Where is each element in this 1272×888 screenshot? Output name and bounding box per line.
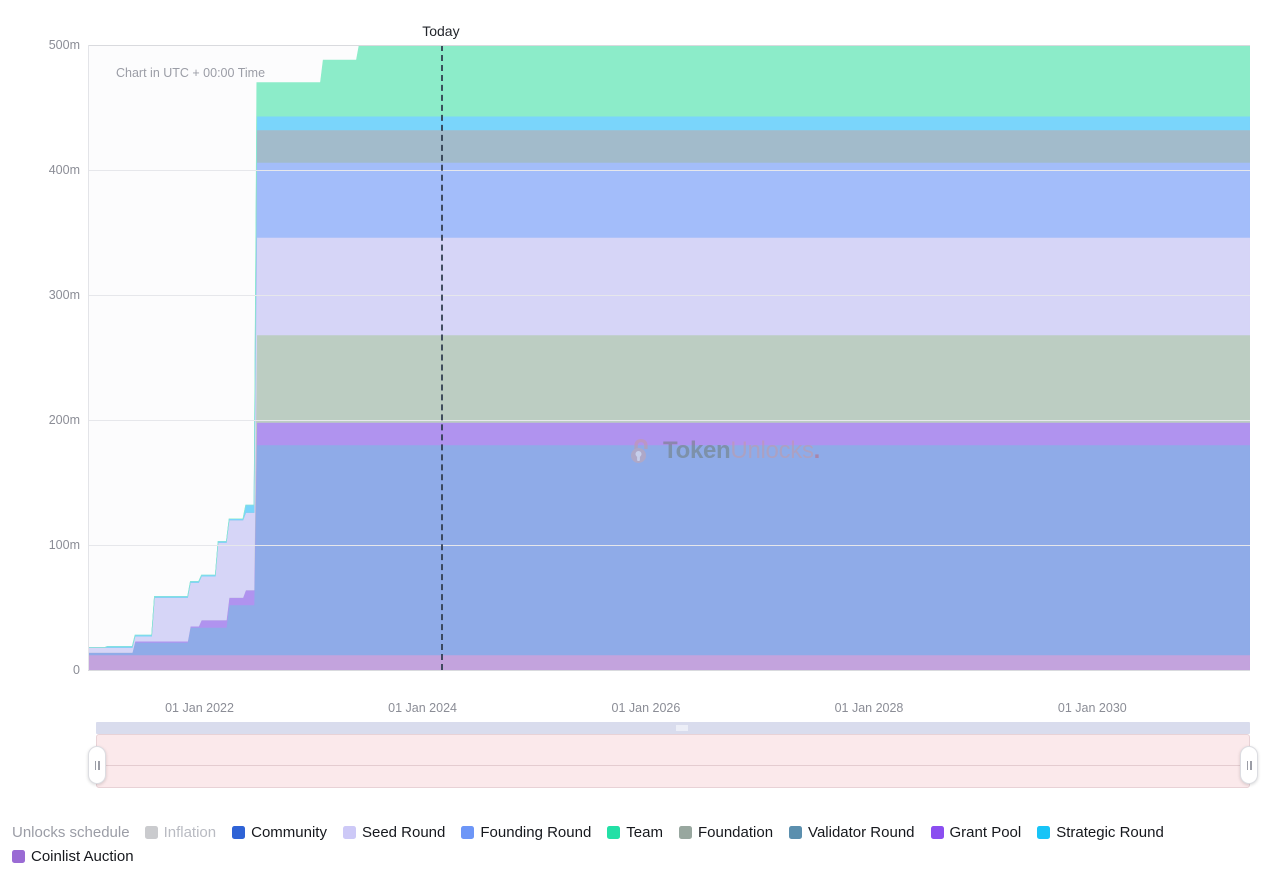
legend-item-label: Foundation [697,824,774,841]
legend-swatch-icon [930,826,944,839]
legend-item-label: Strategic Round [1056,824,1164,841]
legend-item-label: Founding Round [480,824,592,841]
area-series-community[interactable] [88,444,1250,656]
legend-item-team[interactable]: Team [607,824,663,841]
x-axis-tick-label: 01 Jan 2028 [834,701,904,715]
legend-item-grant-pool[interactable]: Grant Pool [930,824,1022,841]
utc-timezone-note: Chart in UTC + 00:00 Time [116,66,266,80]
slider-handle-left[interactable] [88,746,106,784]
legend-item-label: Team [626,824,663,841]
gridline [88,295,1250,296]
y-axis: 0 100m 200m 300m 400m 500m [0,0,80,888]
today-label: Today [422,23,460,39]
slider-strip-highlight [676,725,688,731]
legend-item-coinlist-auction[interactable]: Coinlist Auction [12,848,134,865]
legend-item-founding-round[interactable]: Founding Round [461,824,591,841]
slider-selected-range[interactable] [96,734,1250,788]
x-axis-tick-label: 01 Jan 2030 [1057,701,1127,715]
plot-bottom-axis [88,670,1250,671]
legend-item-inflation[interactable]: Inflation [144,824,217,841]
legend-item-label: Seed Round [361,824,446,841]
x-axis-tick-label: 01 Jan 2022 [165,701,234,715]
legend-swatch-icon [607,826,621,839]
legend-swatch-icon [342,826,356,839]
legend-swatch-icon [12,850,25,863]
legend-item-label: Community [251,824,327,841]
legend-item-label: Inflation [163,824,217,841]
gridline [88,420,1250,421]
slider-handle-right[interactable] [1240,746,1258,784]
slider-midline [96,765,1250,766]
stacked-area-svg [88,45,1250,670]
legend-swatch-icon [232,826,246,839]
drag-grip-icon [94,760,96,770]
drag-grip-icon [1250,760,1252,770]
legend-swatch-icon [144,826,158,839]
legend-swatch-icon [678,826,692,839]
drag-grip-icon [1246,760,1248,770]
y-axis-tick-label: 100m [48,538,80,552]
legend-item-validator-round[interactable]: Validator Round [789,824,915,841]
legend-item-label: Validator Round [808,824,915,841]
token-unlocks-chart: 0 100m 200m 300m 400m 500m TokenUnlocks. Char… [0,0,1272,888]
slider-overview-strip[interactable] [96,722,1250,734]
plot-left-border [88,45,89,671]
legend-swatch-icon [461,826,475,839]
date-range-slider[interactable] [88,722,1258,794]
area-series-coinlist-auction[interactable] [88,654,1250,670]
legend-item-strategic-round[interactable]: Strategic Round [1037,824,1164,841]
y-axis-tick-label: 400m [48,163,80,177]
today-marker-line [440,45,443,670]
x-axis-tick-label: 01 Jan 2026 [611,701,681,715]
plot-top-border [88,45,1250,46]
gridline [88,170,1250,171]
y-axis-tick-label: 0 [73,663,80,677]
y-axis-tick-label: 500m [48,38,80,52]
gridline [88,545,1250,546]
legend-item-seed-round[interactable]: Seed Round [342,824,446,841]
y-axis-tick-label: 200m [48,413,80,427]
legend-item-community[interactable]: Community [232,824,327,841]
chart-plot-area[interactable]: TokenUnlocks. [88,45,1250,670]
legend-swatch-icon [789,826,803,839]
legend-swatch-icon [1037,826,1051,839]
legend-title: Unlocks schedule [12,824,130,841]
x-axis-tick-label: 01 Jan 2024 [388,701,457,715]
y-axis-tick-label: 300m [48,288,80,302]
legend-item-label: Coinlist Auction [31,848,134,865]
drag-grip-icon [98,760,100,770]
legend-item-foundation[interactable]: Foundation [678,824,774,841]
chart-legend: Unlocks schedule Inflation Community Seed … [12,824,1262,865]
legend-item-label: Grant Pool [949,824,1022,841]
